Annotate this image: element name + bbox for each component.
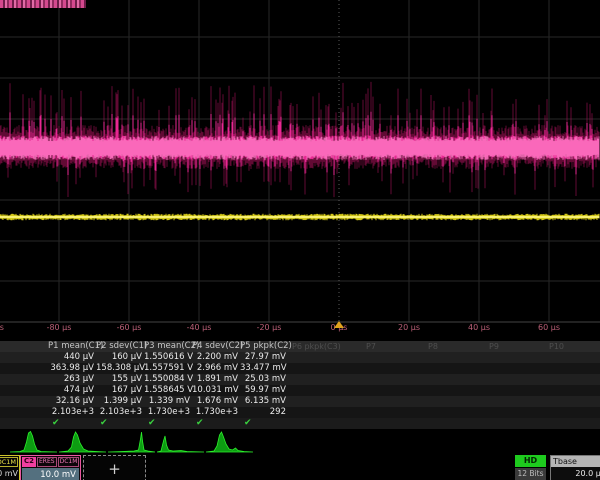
measurement-value: 59.97 mV: [240, 385, 288, 396]
histogram-shape: [206, 432, 253, 452]
measurement-status-check-icon: ✔: [192, 418, 240, 429]
measurement-value: 292: [240, 407, 288, 418]
measurement-header-inactive[interactable]: P7: [366, 342, 376, 351]
measurement-value: 1.730e+3: [192, 407, 240, 418]
measurement-value: 2.103e+3: [96, 407, 144, 418]
time-axis: -100 µs-80 µs-60 µs-40 µs-20 µs0 µs20 µs…: [0, 323, 600, 334]
measurement-value: 363.98 µV: [48, 363, 96, 374]
measurement-value: 1.399 µV: [96, 396, 144, 407]
measurement-header-inactive[interactable]: P9: [489, 342, 499, 351]
descriptor-bar: DC1M 0 mV C2 ERES DC1M 10.0 mV + HD 12 B…: [0, 454, 600, 480]
measurement-value: 155 µV: [96, 374, 144, 385]
c2-scale-value: 10.0 mV: [22, 468, 79, 480]
c2-channel-badge: C2: [22, 457, 36, 467]
measurement-value: 160 µV: [96, 352, 144, 363]
time-axis-label: 20 µs: [398, 323, 420, 332]
c2-coupling-badge: DC1M: [58, 457, 80, 467]
measurement-value: 1.676 mV: [192, 396, 240, 407]
measurement-header[interactable]: P3 mean(C2): [144, 341, 192, 352]
time-axis-label: -40 µs: [187, 323, 212, 332]
measurement-value: 2.103e+3: [48, 407, 96, 418]
c2-trace-core: [0, 136, 599, 160]
histicon-p1-icon: [10, 429, 57, 454]
measurement-column: P2 sdev(C1)160 µV158.308 µV155 µV167 µV1…: [96, 341, 144, 429]
channel-c1-descriptor-fragment[interactable]: DC1M 0 mV: [0, 455, 20, 480]
c2-eres-badge: ERES: [37, 457, 57, 467]
measurement-column: P3 mean(C2)1.550616 V1.557591 V1.550084 …: [144, 341, 192, 429]
measurement-value: 1.730e+3: [144, 407, 192, 418]
measurement-value: 10.031 mV: [192, 385, 240, 396]
measurement-value: 474 µV: [48, 385, 96, 396]
measurement-header[interactable]: P4 sdev(C2): [192, 341, 240, 352]
measurement-value: 263 µV: [48, 374, 96, 385]
measurement-value: 167 µV: [96, 385, 144, 396]
hd-bits-label: 12 Bits: [515, 468, 546, 480]
measurement-value: 27.97 mV: [240, 352, 288, 363]
add-trace-button[interactable]: +: [83, 455, 146, 480]
oscilloscope-screen: -100 µs-80 µs-60 µs-40 µs-20 µs0 µs20 µs…: [0, 0, 600, 480]
measurement-value: 2.200 mV: [192, 352, 240, 363]
trigger-time-marker[interactable]: [334, 321, 344, 328]
histicon-row: [0, 429, 600, 454]
measurement-value: 1.339 mV: [144, 396, 192, 407]
time-axis-label: -80 µs: [47, 323, 72, 332]
measurement-header-inactive[interactable]: P8: [428, 342, 438, 351]
histogram-shape: [157, 436, 204, 452]
measurement-status-check-icon: ✔: [144, 418, 192, 429]
timebase-descriptor[interactable]: Tbase 20.0 µs: [550, 455, 600, 480]
cropped-pink-text-fragment: [0, 0, 86, 8]
c1-scale-value: 0 mV: [0, 469, 18, 478]
c1-coupling-badge: DC1M: [0, 457, 18, 467]
histogram-shape: [108, 432, 155, 452]
histogram-shape: [59, 432, 106, 452]
time-axis-label: -20 µs: [257, 323, 282, 332]
measurement-value: 440 µV: [48, 352, 96, 363]
histogram-shape: [10, 432, 57, 453]
histicon-p4-icon: [157, 429, 204, 454]
measurement-value: 1.558645 V: [144, 385, 192, 396]
histicon-p5-icon: [206, 429, 253, 454]
measurement-value: 33.477 mV: [240, 363, 288, 374]
measurement-header[interactable]: P5 pkpk(C2): [240, 341, 288, 352]
measurement-value: 158.308 µV: [96, 363, 144, 374]
measurement-status-check-icon: ✔: [240, 418, 288, 429]
timebase-label: Tbase: [551, 456, 600, 467]
timebase-value: 20.0 µs: [551, 467, 600, 480]
waveform-plot: [0, 0, 600, 330]
measurement-value: 32.16 µV: [48, 396, 96, 407]
histicon-p2-icon: [59, 429, 106, 454]
measurement-value: 6.135 mV: [240, 396, 288, 407]
measurement-header-inactive[interactable]: P10: [549, 342, 564, 351]
measurement-value: 2.966 mV: [192, 363, 240, 374]
measurement-value: 25.03 mV: [240, 374, 288, 385]
time-axis-label: 40 µs: [468, 323, 490, 332]
measurement-header-inactive[interactable]: P6 pkpk(C3): [292, 342, 341, 351]
measurement-value: 1.550616 V: [144, 352, 192, 363]
c2-badge-row: C2 ERES DC1M: [22, 457, 79, 467]
measurement-status-check-icon: ✔: [96, 418, 144, 429]
measurement-column: P1 mean(C1)440 µV363.98 µV263 µV474 µV32…: [48, 341, 96, 429]
measurement-column: P5 pkpk(C2)27.97 mV33.477 mV25.03 mV59.9…: [240, 341, 288, 429]
channel-c2-descriptor[interactable]: C2 ERES DC1M 10.0 mV: [20, 455, 81, 480]
measurement-header[interactable]: P2 sdev(C1): [96, 341, 144, 352]
measurement-header[interactable]: P1 mean(C1): [48, 341, 96, 352]
c1-trace-core: [0, 216, 599, 218]
hd-mode-badge: HD: [515, 455, 546, 467]
histicon-p3-icon: [108, 429, 155, 454]
measurement-status-check-icon: ✔: [48, 418, 96, 429]
time-axis-label: -100 µs: [0, 323, 4, 332]
measurement-column: P4 sdev(C2)2.200 mV2.966 mV1.891 mV10.03…: [192, 341, 240, 429]
measurement-value: 1.891 mV: [192, 374, 240, 385]
time-axis-label: 60 µs: [538, 323, 560, 332]
measurement-table: P1 mean(C1)440 µV363.98 µV263 µV474 µV32…: [0, 341, 600, 429]
measurement-value: 1.557591 V: [144, 363, 192, 374]
measurement-value: 1.550084 V: [144, 374, 192, 385]
time-axis-label: -60 µs: [117, 323, 142, 332]
